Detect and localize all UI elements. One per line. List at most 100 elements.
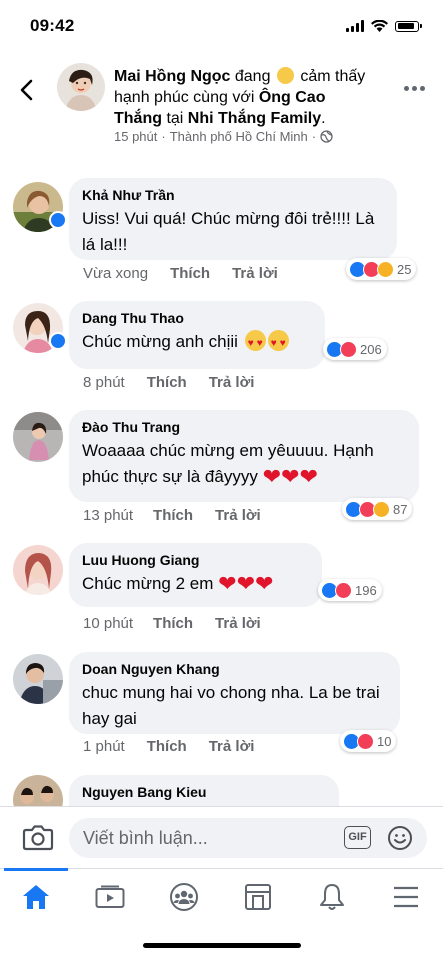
gif-icon[interactable]: GIF — [344, 826, 371, 849]
post-time[interactable]: 15 phút — [114, 129, 157, 144]
video-icon — [95, 885, 125, 908]
reaction-count: 10 — [377, 733, 392, 749]
reaction-summary[interactable]: 87 — [342, 498, 413, 520]
comment-text: Chúc mừng 2 em ❤❤❤ — [82, 571, 309, 597]
commenter-avatar[interactable] — [13, 412, 63, 462]
like-action[interactable]: Thích — [153, 507, 193, 524]
comment-time: 1 phút — [83, 738, 125, 755]
bottom-tab-bar — [0, 868, 443, 924]
like-action[interactable]: Thích — [147, 738, 187, 755]
more-options-icon[interactable] — [404, 86, 425, 91]
heart-emoji-icon: ❤ — [218, 571, 237, 596]
comment-text: Uiss! Vui quá! Chúc mừng đôi trẻ!!!! Là … — [82, 209, 375, 254]
signal-icon — [346, 20, 364, 32]
comment-text: chuc mung hai vo chong nha. La be trai h… — [82, 683, 380, 728]
author-avatar[interactable] — [57, 63, 105, 111]
reaction-summary[interactable]: 10 — [340, 730, 397, 752]
haha-reaction-icon — [373, 500, 390, 518]
status-bar: 09:42 — [0, 0, 443, 52]
meta-separator: · — [161, 129, 166, 144]
post-header-text: Mai Hồng Ngọc đang cảm thấy hạnh phúc cù… — [114, 66, 372, 129]
comment-actions: 8 phút Thích Trả lời — [83, 374, 254, 391]
tab-menu[interactable] — [376, 869, 436, 925]
reaction-count: 196 — [355, 582, 377, 598]
commenter-name[interactable]: Đào Thu Trang — [82, 418, 406, 436]
reaction-count: 25 — [397, 261, 412, 277]
reply-action[interactable]: Trả lời — [209, 738, 255, 755]
comment-time: 10 phút — [83, 615, 134, 632]
like-action[interactable]: Thích — [170, 265, 210, 282]
reply-action[interactable]: Trả lời — [232, 265, 278, 282]
comment-bubble[interactable]: Khả Như Trần Uiss! Vui quá! Chúc mừng đô… — [69, 178, 397, 260]
post-meta: 15 phút · Thành phố Hồ Chí Minh · — [114, 129, 333, 144]
commenter-avatar[interactable] — [13, 775, 63, 806]
wifi-icon — [371, 20, 388, 32]
comment-actions: 1 phút Thích Trả lời — [83, 738, 254, 755]
commenter-name[interactable]: Dang Thu Thao — [82, 309, 312, 327]
battery-icon — [395, 20, 422, 32]
heart-eyes-emoji-icon — [267, 330, 289, 357]
heart-emoji-icon: ❤ — [262, 464, 282, 489]
heart-emoji-icon: ❤ — [299, 464, 318, 489]
status-time: 09:42 — [30, 16, 75, 35]
comment-time: 13 phút — [83, 507, 134, 524]
globe-icon — [320, 130, 333, 143]
marketplace-icon — [245, 884, 271, 910]
back-arrow-icon[interactable] — [16, 78, 40, 102]
comment-actions: 10 phút Thích Trả lời — [83, 615, 261, 632]
commenter-name[interactable]: Nguyen Bang Kieu — [82, 783, 326, 801]
comment-text-value: Chúc mừng anh chịii — [82, 332, 238, 351]
post-location[interactable]: Thành phố Hồ Chí Minh — [170, 129, 308, 144]
commenter-name[interactable]: Khả Như Trần — [82, 186, 384, 204]
groups-icon — [170, 883, 198, 911]
meta-separator: · — [311, 129, 317, 144]
verified-badge-icon — [49, 211, 67, 229]
reply-action[interactable]: Trả lời — [215, 615, 261, 632]
reply-action[interactable]: Trả lời — [209, 374, 255, 391]
comment-bubble[interactable]: Dang Thu Thao Chúc mừng anh chịii — [69, 301, 325, 369]
commenter-avatar[interactable] — [13, 545, 63, 595]
tab-notifications[interactable] — [302, 869, 362, 925]
commenter-name[interactable]: Doan Nguyen Khang — [82, 660, 387, 678]
comment-actions: Vừa xong Thích Trả lời — [83, 265, 278, 282]
home-indicator — [143, 943, 301, 948]
love-reaction-icon — [357, 732, 374, 750]
post-text-at: tại — [162, 110, 188, 127]
like-action[interactable]: Thích — [153, 615, 193, 632]
reaction-summary[interactable]: 25 — [346, 258, 417, 280]
comment-bubble[interactable]: Doan Nguyen Khang chuc mung hai vo chong… — [69, 652, 400, 734]
reaction-summary[interactable]: 196 — [318, 579, 382, 601]
comment-input[interactable]: Viết bình luận... GIF — [69, 818, 427, 858]
camera-icon[interactable] — [22, 823, 54, 851]
emoji-smile-icon[interactable] — [387, 825, 413, 851]
comment-text: Woaaaa chúc mừng em yêuuuu. Hạnh phúc th… — [82, 438, 406, 490]
tab-marketplace[interactable] — [228, 869, 288, 925]
post-header: Mai Hồng Ngọc đang cảm thấy hạnh phúc cù… — [0, 52, 443, 156]
reaction-count: 87 — [393, 501, 408, 517]
post-author-name[interactable]: Mai Hồng Ngọc — [114, 68, 230, 85]
heart-emoji-icon: ❤ — [255, 571, 274, 596]
haha-reaction-icon — [377, 260, 394, 278]
reaction-summary[interactable]: 206 — [323, 338, 387, 360]
comment-bubble[interactable]: Nguyen Bang Kieu — [69, 775, 339, 806]
tagged-place[interactable]: Nhi Thắng Family — [188, 110, 321, 127]
comment-composer: Viết bình luận... GIF — [0, 806, 443, 868]
commenter-avatar[interactable] — [13, 654, 63, 704]
comment-time: Vừa xong — [83, 265, 149, 282]
comment-text-value: Chúc mừng 2 em — [82, 574, 214, 593]
reaction-count: 206 — [360, 341, 382, 357]
comment-bubble[interactable]: Luu Huong Giang Chúc mừng 2 em ❤❤❤ — [69, 543, 322, 607]
verified-badge-icon — [49, 332, 67, 350]
tab-home[interactable] — [4, 868, 68, 925]
tab-watch[interactable] — [80, 869, 140, 925]
comment-bubble[interactable]: Đào Thu Trang Woaaaa chúc mừng em yêuuuu… — [69, 410, 419, 502]
heart-eyes-emoji-icon — [244, 330, 266, 357]
heart-emoji-icon: ❤ — [281, 464, 300, 489]
love-reaction-icon — [335, 581, 352, 599]
commenter-name[interactable]: Luu Huong Giang — [82, 551, 309, 569]
post-text-end: . — [321, 110, 326, 127]
love-reaction-icon — [340, 340, 357, 358]
like-action[interactable]: Thích — [147, 374, 187, 391]
reply-action[interactable]: Trả lời — [215, 507, 261, 524]
tab-groups[interactable] — [154, 869, 214, 925]
